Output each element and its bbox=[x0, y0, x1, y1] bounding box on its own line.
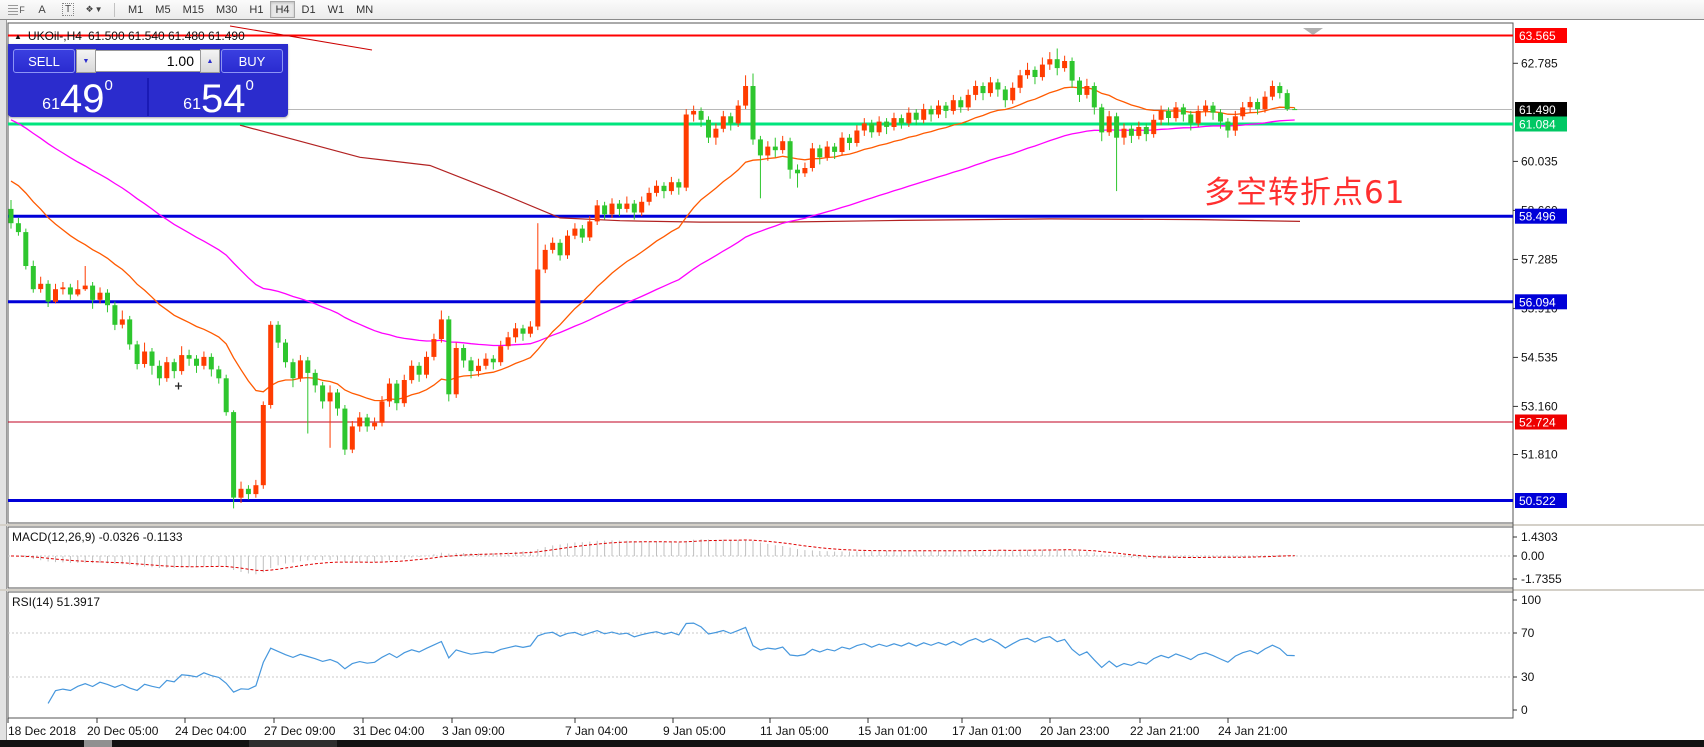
svg-text:30: 30 bbox=[1521, 670, 1535, 684]
volume-decrease-button[interactable]: ▼ bbox=[76, 49, 96, 73]
bottom-strip-segment bbox=[84, 740, 112, 747]
svg-text:54.535: 54.535 bbox=[1521, 350, 1558, 364]
svg-text:70: 70 bbox=[1521, 626, 1535, 640]
bottom-strip-segment bbox=[249, 740, 337, 747]
svg-text:60.035: 60.035 bbox=[1521, 154, 1558, 168]
svg-text:1.4303: 1.4303 bbox=[1521, 530, 1558, 544]
svg-text:31 Dec 04:00: 31 Dec 04:00 bbox=[353, 724, 425, 738]
sell-price[interactable]: 61490 bbox=[8, 76, 147, 118]
chart-annotation: 多空转折点61 bbox=[1204, 167, 1405, 212]
volume-increase-button[interactable]: ▲ bbox=[200, 49, 220, 73]
svg-text:53.160: 53.160 bbox=[1521, 399, 1558, 413]
svg-text:11 Jan 05:00: 11 Jan 05:00 bbox=[760, 724, 829, 738]
svg-text:56.094: 56.094 bbox=[1519, 295, 1556, 309]
svg-text:24 Jan 21:00: 24 Jan 21:00 bbox=[1218, 724, 1288, 738]
svg-text:18 Dec 2018: 18 Dec 2018 bbox=[8, 724, 76, 738]
buy-button[interactable]: BUY bbox=[221, 49, 283, 73]
buy-price-head: 61 bbox=[183, 97, 201, 113]
svg-text:9 Jan 05:00: 9 Jan 05:00 bbox=[663, 724, 726, 738]
svg-text:58.496: 58.496 bbox=[1519, 210, 1556, 224]
svg-text:0: 0 bbox=[1521, 703, 1528, 717]
chart-symbol-period: UKOil-,H4 bbox=[28, 29, 82, 43]
svg-text:61.490: 61.490 bbox=[1519, 103, 1556, 117]
svg-text:63.565: 63.565 bbox=[1519, 29, 1556, 43]
buy-price-point: 0 bbox=[245, 78, 253, 93]
chart-ohlc-values: 61.500 61.540 61.480 61.490 bbox=[88, 29, 245, 43]
buy-price[interactable]: 61540 bbox=[149, 76, 288, 118]
svg-text:22 Jan 21:00: 22 Jan 21:00 bbox=[1130, 724, 1200, 738]
sell-price-point: 0 bbox=[104, 78, 112, 93]
chevron-down-icon: ▼ bbox=[83, 58, 90, 65]
svg-text:-1.7355: -1.7355 bbox=[1521, 572, 1562, 586]
svg-text:7 Jan 04:00: 7 Jan 04:00 bbox=[565, 724, 628, 738]
svg-text:50.522: 50.522 bbox=[1519, 494, 1556, 508]
svg-text:15 Jan 01:00: 15 Jan 01:00 bbox=[858, 724, 928, 738]
chevron-up-icon: ▲ bbox=[207, 58, 214, 65]
svg-text:24 Dec 04:00: 24 Dec 04:00 bbox=[175, 724, 247, 738]
macd-label: MACD(12,26,9) -0.0326 -0.1133 bbox=[12, 530, 183, 544]
svg-text:51.810: 51.810 bbox=[1521, 448, 1558, 462]
sell-price-head: 61 bbox=[42, 97, 60, 113]
sell-button[interactable]: SELL bbox=[13, 49, 75, 73]
one-click-trading-panel: SELL ▼ ▲ BUY 61490 61540 bbox=[8, 44, 288, 117]
chart-title: ▲ UKOil-,H4 61.500 61.540 61.480 61.490 bbox=[14, 29, 245, 43]
volume-input[interactable] bbox=[96, 50, 200, 72]
svg-text:61.084: 61.084 bbox=[1519, 118, 1556, 132]
svg-text:20 Dec 05:00: 20 Dec 05:00 bbox=[87, 724, 159, 738]
svg-text:0.00: 0.00 bbox=[1521, 549, 1545, 563]
svg-text:3 Jan 09:00: 3 Jan 09:00 bbox=[442, 724, 505, 738]
mt4-terminal: F A T ❖▼ M1M5M15M30H1H4D1W1MN 62.78560.0… bbox=[0, 0, 1704, 747]
svg-text:57.285: 57.285 bbox=[1521, 252, 1558, 266]
bottom-tab-strip[interactable] bbox=[0, 740, 1704, 747]
svg-text:52.724: 52.724 bbox=[1519, 416, 1556, 430]
svg-text:17 Jan 01:00: 17 Jan 01:00 bbox=[952, 724, 1022, 738]
svg-text:27 Dec 09:00: 27 Dec 09:00 bbox=[264, 724, 336, 738]
collapse-triangle-icon[interactable]: ▲ bbox=[14, 32, 22, 41]
svg-text:62.785: 62.785 bbox=[1521, 56, 1558, 70]
svg-text:20 Jan 23:00: 20 Jan 23:00 bbox=[1040, 724, 1110, 738]
buy-price-pips: 54 bbox=[201, 82, 246, 116]
rsi-label: RSI(14) 51.3917 bbox=[12, 595, 100, 609]
sell-price-pips: 49 bbox=[60, 82, 105, 116]
svg-text:100: 100 bbox=[1521, 593, 1541, 607]
